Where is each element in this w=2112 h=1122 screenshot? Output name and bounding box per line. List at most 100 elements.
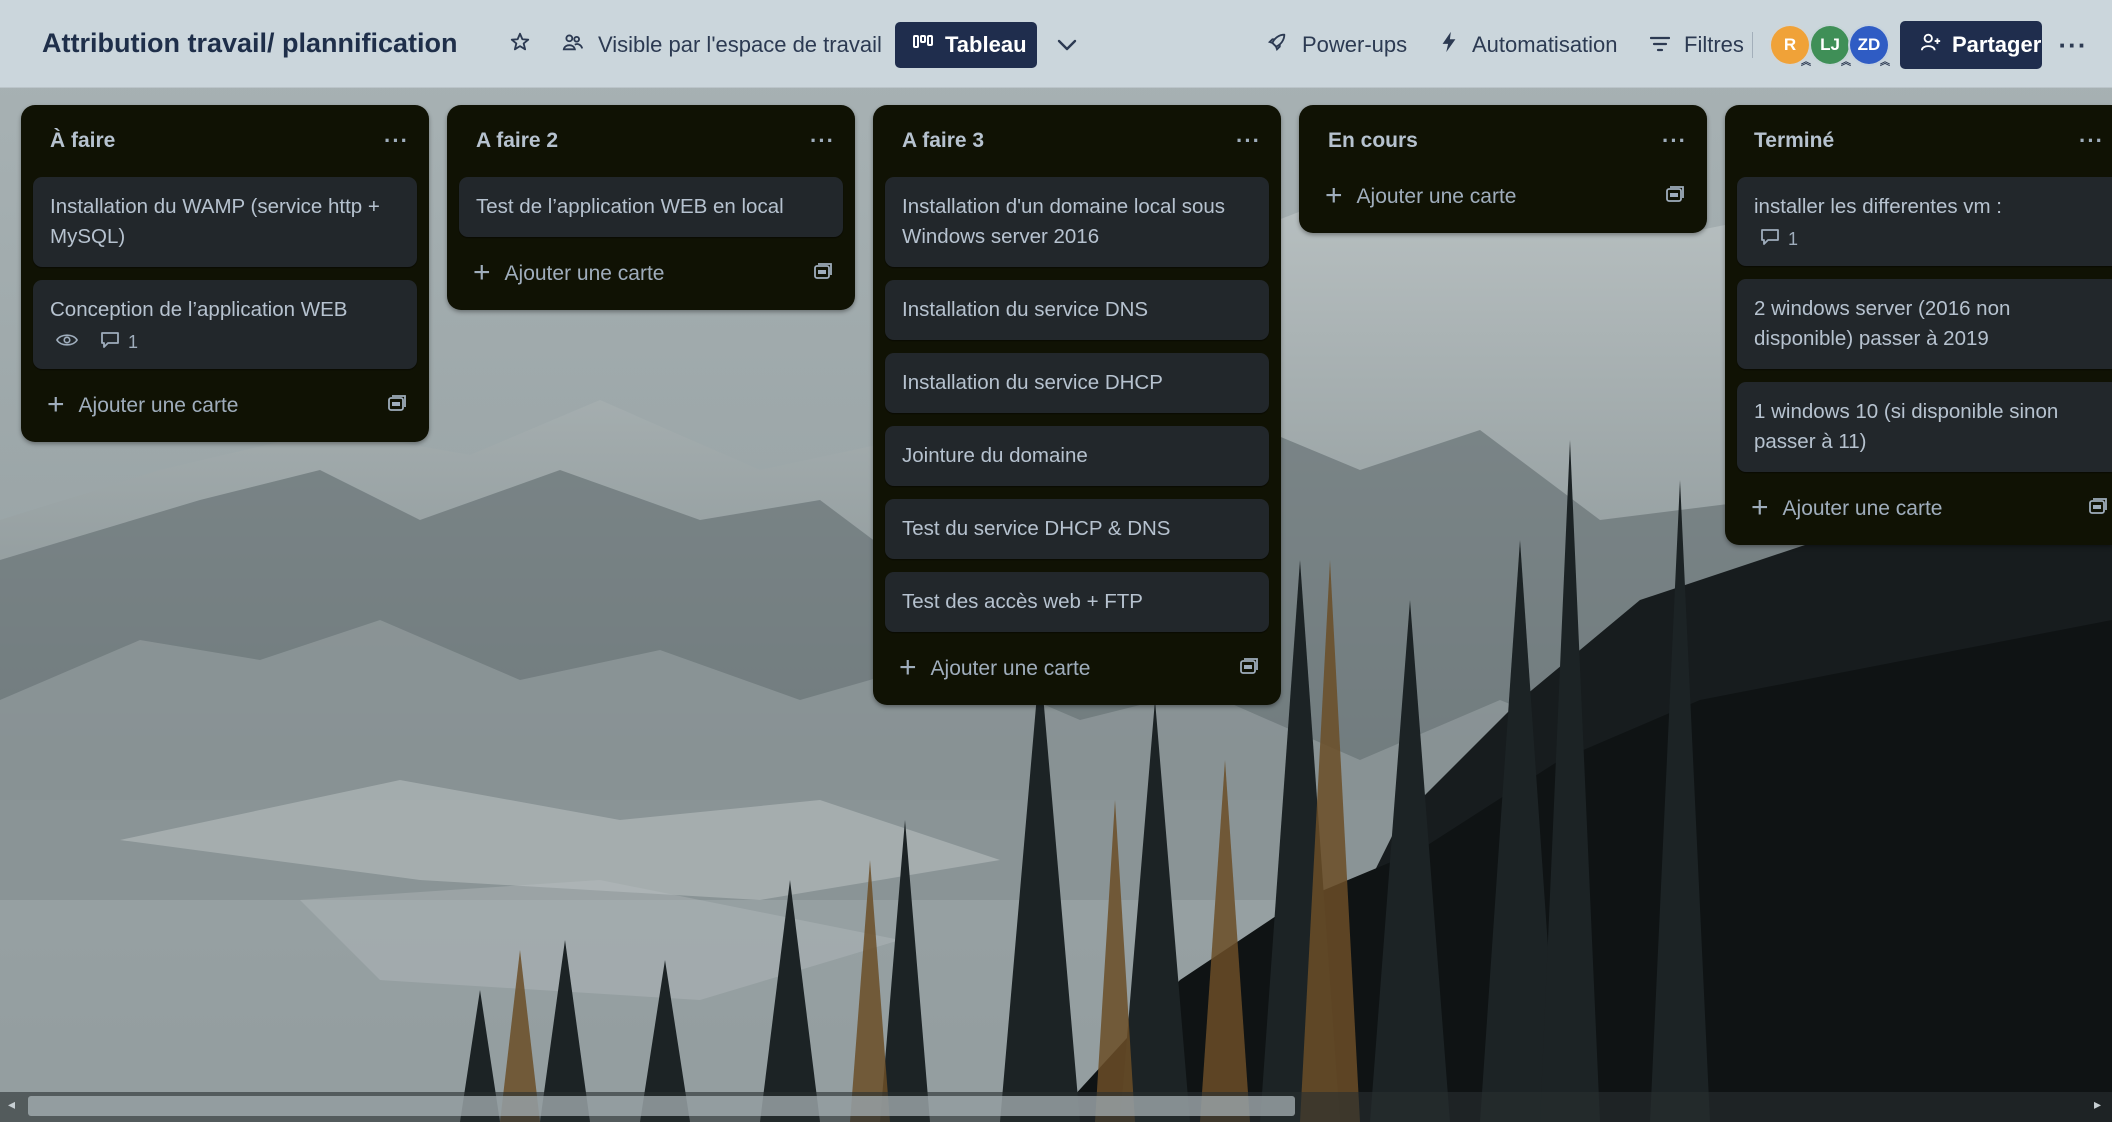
board-header: Attribution travail/ plannification Visi… [0, 0, 2112, 88]
scroll-left-arrow[interactable]: ◂ [8, 1096, 15, 1113]
member-avatar-zd[interactable]: ZD ︽ [1848, 24, 1890, 68]
admin-chevron-icon: ︽ [1801, 57, 1811, 68]
scrollbar-thumb[interactable] [28, 1096, 1295, 1116]
member-avatar-lj[interactable]: LJ ︽ [1809, 24, 1851, 68]
list-title[interactable]: A faire 3 [902, 129, 984, 153]
filters-button[interactable]: Filtres [1640, 22, 1754, 68]
board-view-label: Tableau [945, 32, 1027, 57]
add-person-icon [1920, 31, 1942, 59]
powerups-button[interactable]: Power-ups [1256, 22, 1417, 68]
more-icon: ··· [2058, 29, 2088, 60]
card[interactable]: installer les differentes vm : 1 [1737, 177, 2112, 266]
card[interactable]: 2 windows server (2016 non disponible) p… [1737, 279, 2112, 369]
add-card-label: Ajouter une carte [1356, 185, 1517, 208]
plus-icon: + [899, 650, 917, 684]
visibility-label: Visible par l'espace de travail [598, 32, 882, 57]
rocket-icon [1266, 31, 1288, 59]
list-title[interactable]: A faire 2 [476, 129, 558, 153]
card-title: Installation du service DNS [902, 298, 1149, 321]
header-divider [1752, 32, 1753, 58]
board-view-button[interactable]: Tableau [895, 22, 1037, 68]
horizontal-scrollbar[interactable]: ◂ ▸ [0, 1092, 2112, 1122]
more-icon[interactable]: ··· [384, 130, 409, 152]
more-icon[interactable]: ··· [810, 130, 835, 152]
more-icon[interactable]: ··· [1662, 130, 1687, 152]
avatar-initials: R [1783, 35, 1797, 54]
comment-icon [1760, 228, 1780, 251]
admin-chevron-icon: ︽ [1880, 57, 1890, 68]
card[interactable]: Installation d'un domaine local sous Win… [885, 177, 1269, 267]
card-title: 2 windows server (2016 non disponible) p… [1754, 297, 2011, 350]
add-card-button[interactable]: + Ajouter une carte [885, 645, 1269, 693]
template-icon[interactable] [1239, 657, 1259, 682]
card[interactable]: Installation du service DNS [885, 280, 1269, 340]
comments-badge: 1 [1760, 228, 1798, 251]
list-header: A faire 3 ··· [885, 105, 1269, 177]
board-title[interactable]: Attribution travail/ plannification [42, 28, 458, 59]
card[interactable]: Jointure du domaine [885, 426, 1269, 486]
list-header: A faire 2 ··· [459, 105, 843, 177]
card-badges: 1 [1754, 228, 2095, 251]
scroll-right-arrow[interactable]: ▸ [2094, 1096, 2101, 1113]
add-card-label: Ajouter une carte [78, 394, 239, 417]
card[interactable]: Test de l’application WEB en local [459, 177, 843, 237]
card-title: Jointure du domaine [902, 444, 1088, 467]
card-title: installer les differentes vm : [1754, 195, 2003, 218]
card-title: Test des accès web + FTP [902, 590, 1143, 613]
lightning-icon [1440, 31, 1458, 59]
list-a-faire-3: A faire 3 ··· Installation d'un domaine … [873, 105, 1281, 705]
add-card-button[interactable]: + Ajouter une carte [459, 250, 843, 298]
view-switcher-button[interactable] [1045, 22, 1089, 68]
list-a-faire-2: A faire 2 ··· Test de l’application WEB … [447, 105, 855, 310]
star-icon [509, 31, 531, 59]
add-card-button[interactable]: + Ajouter une carte [33, 382, 417, 430]
more-icon[interactable]: ··· [1236, 130, 1261, 152]
automation-label: Automatisation [1472, 32, 1618, 57]
card[interactable]: Installation du WAMP (service http + MyS… [33, 177, 417, 267]
list-en-cours: En cours ··· + Ajouter une carte [1299, 105, 1707, 233]
eye-icon [55, 332, 79, 353]
visibility-button[interactable]: Visible par l'espace de travail [552, 22, 892, 68]
member-avatar-r[interactable]: R ︽ [1769, 24, 1811, 68]
template-icon[interactable] [2088, 497, 2108, 522]
list-title[interactable]: À faire [50, 129, 115, 153]
more-icon[interactable]: ··· [2079, 130, 2104, 152]
watching-badge [55, 332, 79, 353]
card[interactable]: Test du service DHCP & DNS [885, 499, 1269, 559]
card-badges: 1 [50, 331, 400, 354]
list-header: À faire ··· [33, 105, 417, 177]
card-title: Installation du WAMP (service http + MyS… [50, 195, 380, 248]
template-icon[interactable] [813, 262, 833, 287]
add-card-button[interactable]: + Ajouter une carte [1737, 485, 2112, 533]
plus-icon: + [473, 255, 491, 289]
add-card-button[interactable]: + Ajouter une carte [1311, 173, 1695, 221]
chevron-down-icon [1056, 32, 1078, 58]
card-title: Installation du service DHCP [902, 371, 1163, 394]
automation-button[interactable]: Automatisation [1430, 22, 1628, 68]
template-icon[interactable] [1665, 185, 1685, 210]
filter-icon [1649, 32, 1671, 58]
share-button[interactable]: Partager [1900, 21, 2042, 69]
list-title[interactable]: Terminé [1754, 129, 1834, 153]
comment-count: 1 [128, 332, 139, 352]
card[interactable]: Installation du service DHCP [885, 353, 1269, 413]
powerups-label: Power-ups [1302, 32, 1408, 57]
add-card-label: Ajouter une carte [504, 262, 665, 285]
card-title: Test du service DHCP & DNS [902, 517, 1171, 540]
list-header: Terminé ··· [1737, 105, 2112, 177]
board-view-icon [913, 32, 933, 58]
avatar-initials: ZD [1857, 35, 1881, 54]
list-termine: Terminé ··· installer les differentes vm… [1725, 105, 2112, 545]
list-title[interactable]: En cours [1328, 129, 1418, 153]
board-menu-button[interactable]: ··· [2055, 22, 2091, 68]
template-icon[interactable] [387, 394, 407, 419]
admin-chevron-icon: ︽ [1841, 57, 1851, 68]
star-button[interactable] [497, 22, 543, 68]
card-title: 1 windows 10 (si disponible sinon passer… [1754, 400, 2059, 453]
card[interactable]: Test des accès web + FTP [885, 572, 1269, 632]
card[interactable]: 1 windows 10 (si disponible sinon passer… [1737, 382, 2112, 472]
card-title: Conception de l’application WEB [50, 298, 348, 321]
add-card-label: Ajouter une carte [930, 657, 1091, 680]
card[interactable]: Conception de l’application WEB 1 [33, 280, 417, 369]
list-header: En cours ··· [1311, 105, 1695, 177]
